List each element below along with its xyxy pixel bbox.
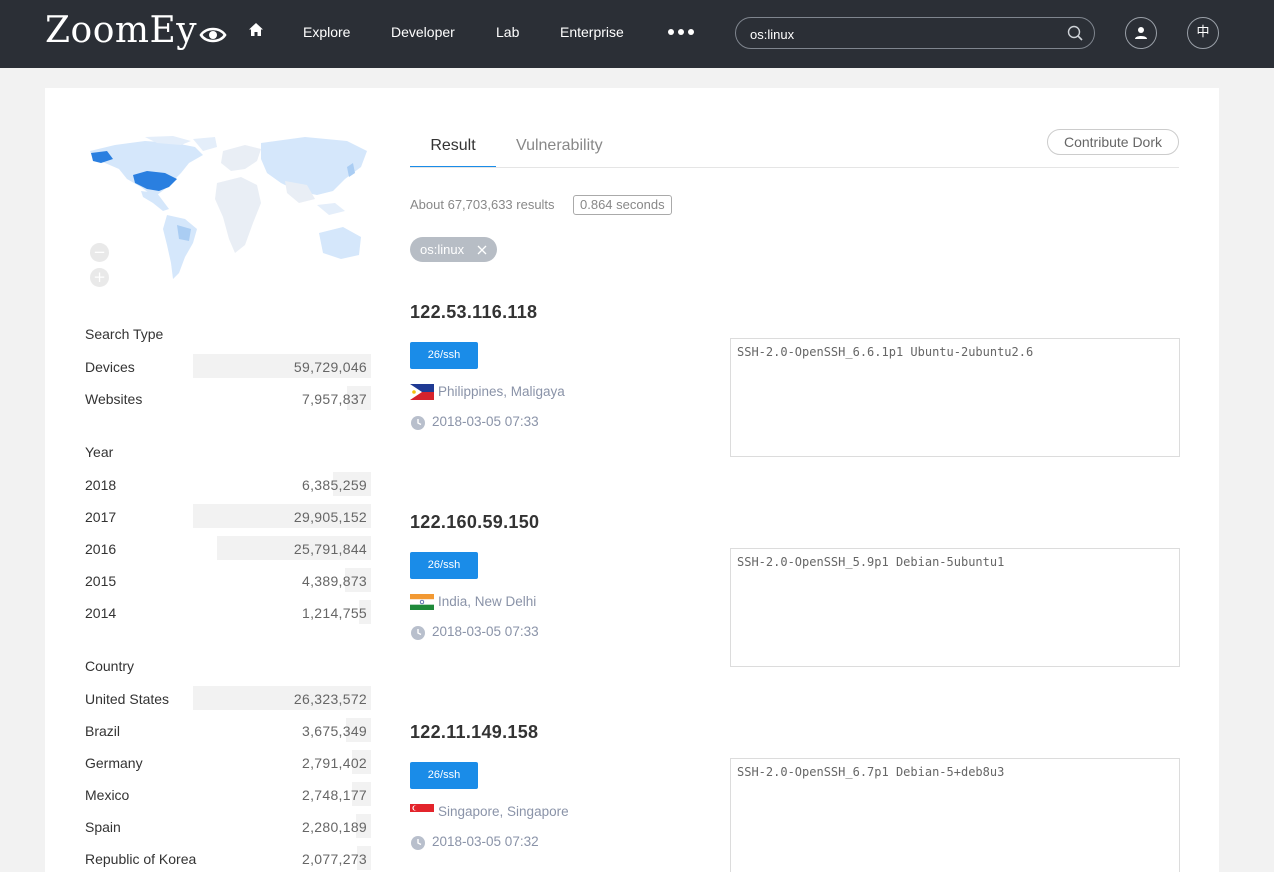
- facet-count: 1,214,755: [302, 605, 367, 621]
- result-ip[interactable]: 122.53.116.118: [410, 302, 537, 323]
- nav-lab[interactable]: Lab: [496, 24, 519, 40]
- filter-chip[interactable]: os:linux: [410, 237, 497, 262]
- facet-title-country: Country: [85, 658, 135, 674]
- nav-developer[interactable]: Developer: [391, 24, 455, 40]
- port-badge[interactable]: 26/ssh: [410, 342, 478, 369]
- user-icon: [1135, 27, 1147, 39]
- search-bar: [735, 17, 1095, 49]
- facet-label: 2017: [85, 509, 117, 525]
- clock-icon: [411, 626, 425, 640]
- facet-title-search-type: Search Type: [85, 326, 164, 342]
- nav-explore[interactable]: Explore: [303, 24, 350, 40]
- facet-count: 2,077,273: [302, 851, 367, 867]
- facet-label: Mexico: [85, 787, 130, 803]
- language-switch-button[interactable]: 中: [1187, 17, 1219, 49]
- facet-count: 3,675,349: [302, 723, 367, 739]
- facet-item[interactable]: United States 26,323,572: [85, 686, 371, 710]
- facet-count: 26,323,572: [293, 691, 367, 707]
- facet-item[interactable]: Republic of Korea 2,077,273: [85, 846, 371, 870]
- world-map[interactable]: [85, 133, 370, 288]
- service-banner: SSH-2.0-OpenSSH_6.6.1p1 Ubuntu-2ubuntu2.…: [730, 338, 1180, 457]
- tabs-divider: [410, 167, 1179, 168]
- results-count: About 67,703,633 results: [410, 197, 555, 212]
- facet-label: Republic of Korea: [85, 851, 197, 867]
- top-navigation-bar: ZoomEy Explore Developer Lab Enterprise …: [0, 0, 1274, 68]
- facet-count: 25,791,844: [293, 541, 367, 557]
- user-account-button[interactable]: [1125, 17, 1157, 49]
- facet-label: Germany: [85, 755, 143, 771]
- facet-title-year: Year: [85, 444, 114, 460]
- clock-icon: [411, 416, 425, 430]
- map-zoom-in-button[interactable]: +: [90, 268, 109, 287]
- facet-label: 2016: [85, 541, 117, 557]
- location-text: India, New Delhi: [438, 594, 537, 609]
- facet-label: 2014: [85, 605, 117, 621]
- search-icon[interactable]: [1067, 25, 1083, 41]
- facet-label: 2018: [85, 477, 117, 493]
- eye-icon: [199, 27, 227, 42]
- facet-item[interactable]: 2018 6,385,259: [85, 472, 371, 496]
- facet-label: United States: [85, 691, 170, 707]
- search-input[interactable]: [750, 24, 1050, 44]
- facet-label: Devices: [85, 359, 135, 375]
- port-badge[interactable]: 26/ssh: [410, 762, 478, 789]
- facet-count: 59,729,046: [293, 359, 367, 375]
- facet-item[interactable]: Brazil 3,675,349: [85, 718, 371, 742]
- facet-count: 2,748,177: [302, 787, 367, 803]
- facet-item[interactable]: 2014 1,214,755: [85, 600, 371, 624]
- clock-icon: [411, 836, 425, 850]
- logo-text: ZoomEy: [45, 10, 198, 51]
- map-zoom-out-button[interactable]: −: [90, 243, 109, 262]
- facet-count: 7,957,837: [302, 391, 367, 407]
- facet-item[interactable]: Germany 2,791,402: [85, 750, 371, 774]
- facet-item[interactable]: 2017 29,905,152: [85, 504, 371, 528]
- philippines-flag-icon: [410, 384, 434, 400]
- tab-result[interactable]: Result: [410, 137, 496, 168]
- facet-count: 2,791,402: [302, 755, 367, 771]
- facet-item[interactable]: Devices 59,729,046: [85, 354, 371, 378]
- close-icon[interactable]: [477, 245, 487, 255]
- facet-count: 6,385,259: [302, 477, 367, 493]
- facet-item[interactable]: 2015 4,389,873: [85, 568, 371, 592]
- india-flag-icon: [410, 594, 434, 610]
- result-ip[interactable]: 122.160.59.150: [410, 512, 539, 533]
- search-time-badge: 0.864 seconds: [573, 195, 672, 215]
- facet-label: 2015: [85, 573, 117, 589]
- facet-item[interactable]: Mexico 2,748,177: [85, 782, 371, 806]
- tab-vulnerability[interactable]: Vulnerability: [516, 137, 603, 155]
- location-text: Singapore, Singapore: [438, 804, 569, 819]
- facet-item[interactable]: 2016 25,791,844: [85, 536, 371, 560]
- facet-item[interactable]: Spain 2,280,189: [85, 814, 371, 838]
- filter-chip-label: os:linux: [420, 242, 465, 257]
- zoomeye-logo[interactable]: ZoomEy: [45, 10, 227, 51]
- singapore-flag-icon: [410, 804, 434, 820]
- contribute-dork-button[interactable]: Contribute Dork: [1047, 129, 1179, 155]
- service-banner: SSH-2.0-OpenSSH_6.7p1 Debian-5+deb8u3: [730, 758, 1180, 872]
- facet-label: Websites: [85, 391, 143, 407]
- facet-label: Spain: [85, 819, 121, 835]
- nav-enterprise[interactable]: Enterprise: [560, 24, 624, 40]
- facet-count: 4,389,873: [302, 573, 367, 589]
- facet-label: Brazil: [85, 723, 121, 739]
- service-banner: SSH-2.0-OpenSSH_5.9p1 Debian-5ubuntu1: [730, 548, 1180, 667]
- timestamp-text: 2018-03-05 07:33: [432, 624, 539, 639]
- more-menu-icon[interactable]: [668, 29, 694, 35]
- facet-count: 2,280,189: [302, 819, 367, 835]
- facet-item[interactable]: Websites 7,957,837: [85, 386, 371, 410]
- timestamp-text: 2018-03-05 07:32: [432, 834, 539, 849]
- timestamp-text: 2018-03-05 07:33: [432, 414, 539, 429]
- result-ip[interactable]: 122.11.149.158: [410, 722, 538, 743]
- home-icon[interactable]: [248, 22, 264, 37]
- facet-count: 29,905,152: [293, 509, 367, 525]
- port-badge[interactable]: 26/ssh: [410, 552, 478, 579]
- location-text: Philippines, Maligaya: [438, 384, 565, 399]
